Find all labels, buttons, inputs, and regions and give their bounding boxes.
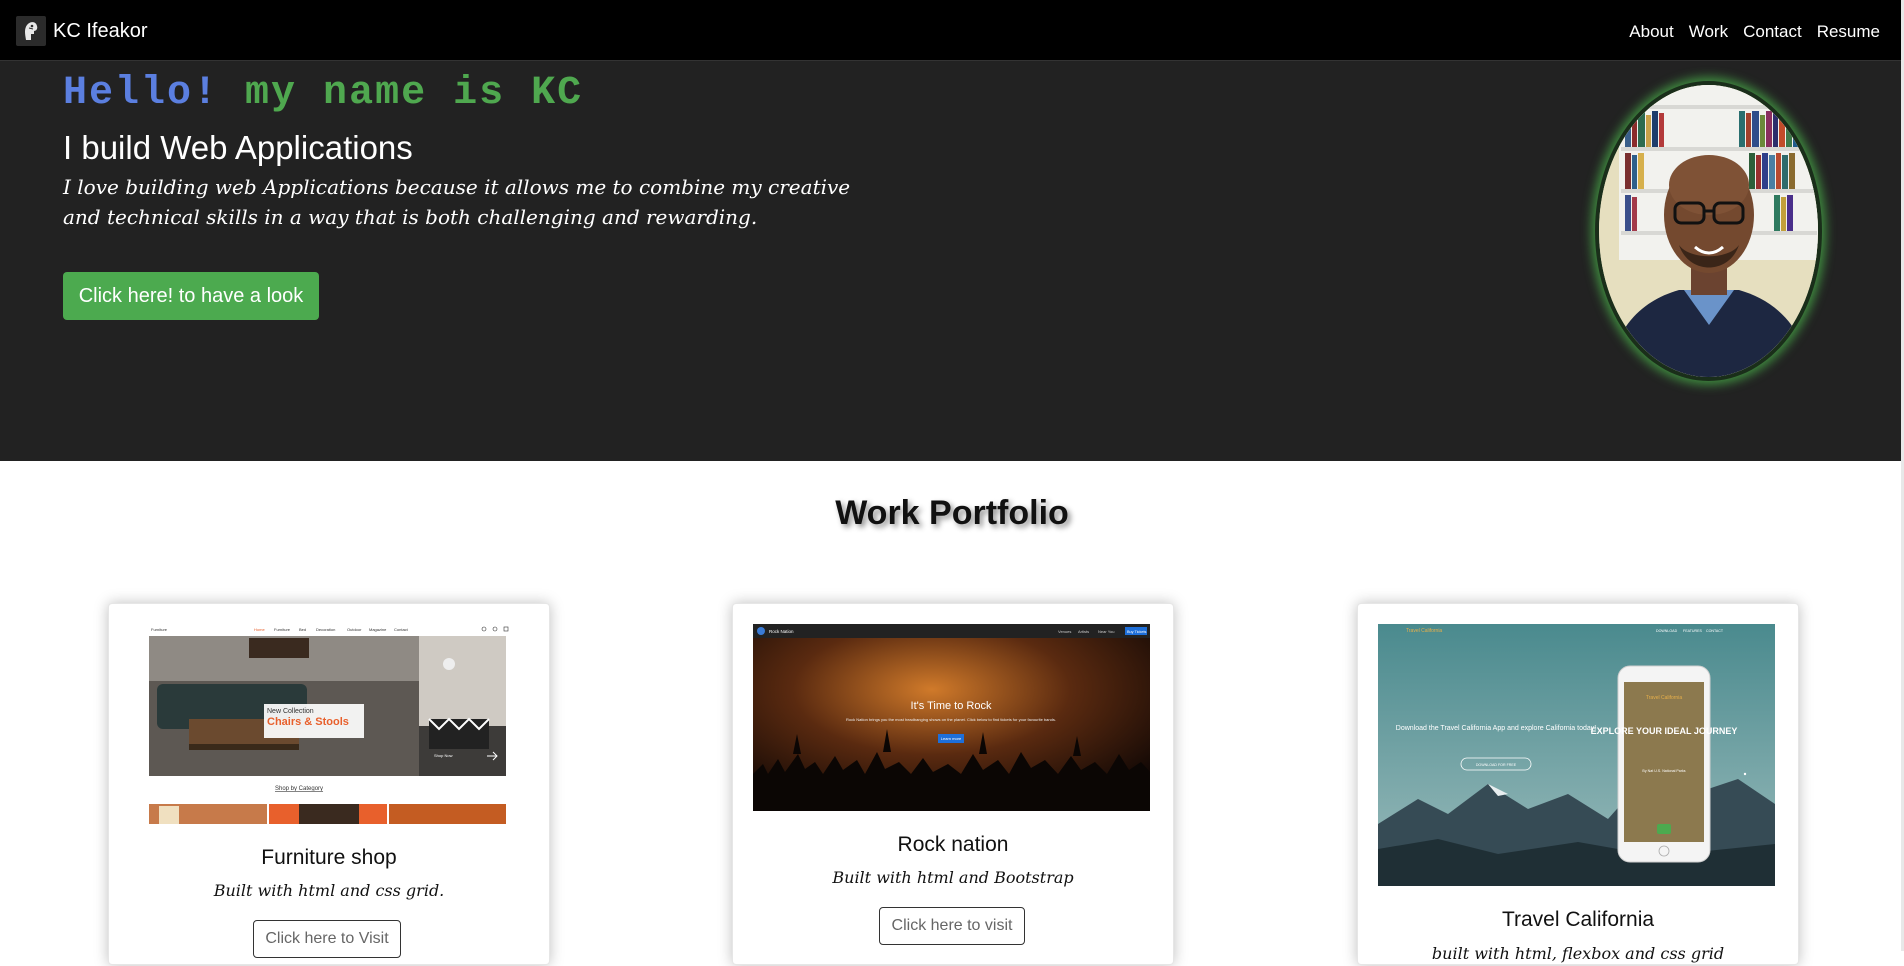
furniture-thumb-nav-home: Home: [254, 627, 265, 632]
travel-thumb-phone-headline: EXPLORE YOUR IDEAL JOURNEY: [1591, 726, 1738, 736]
travel-thumb-nav-download: DOWNLOAD: [1656, 629, 1678, 633]
rock-thumb-nav-artists: Artists: [1078, 629, 1089, 634]
nav-work-link[interactable]: Work: [1689, 20, 1728, 44]
card-subtitle-furniture: Built with html and css grid.: [213, 881, 445, 900]
furniture-thumb-nav-decoration: Decoration: [316, 627, 335, 632]
furniture-thumb-nav-furniture: Furniture: [274, 627, 291, 632]
furniture-thumb-promo-big: Chairs & Stools: [267, 716, 349, 728]
nav-resume-link[interactable]: Resume: [1817, 20, 1880, 44]
portfolio-card-rock-nation: Rock Nation Venues Artists Near You Buy …: [732, 603, 1174, 965]
nav-contact-link[interactable]: Contact: [1743, 20, 1802, 44]
travel-thumb-brand: Travel California: [1406, 628, 1442, 634]
hero-cta-button[interactable]: Click here! to have a look: [63, 272, 319, 320]
rock-thumb-nav-venues: Venues: [1058, 629, 1071, 634]
portfolio-card-furniture: Furniture Home Furniture Bed Decoration …: [108, 603, 550, 965]
rock-nation-screenshot: Rock Nation Venues Artists Near You Buy …: [753, 624, 1150, 811]
card-subtitle-rock-nation: Built with html and Bootstrap: [832, 868, 1074, 887]
nav-links: About Work Contact Resume: [1629, 20, 1880, 44]
furniture-thumb-logo: Furniture: [151, 627, 168, 632]
card-subtitle-travel-california: built with html, flexbox and css grid: [1431, 944, 1725, 963]
furniture-thumb-nav-contact: Contact: [394, 627, 409, 632]
profile-photo: [1595, 81, 1822, 381]
furniture-thumb-shop-now: Shop Now: [434, 753, 453, 758]
furniture-thumb-category-link: Shop by Category: [275, 786, 323, 792]
navbar: KC Ifeakor About Work Contact Resume: [0, 0, 1904, 61]
portfolio-card-travel-california: Travel California DOWNLOAD FEATURES CONT…: [1357, 603, 1799, 965]
greeting-name: my name is KC: [245, 71, 584, 116]
rock-thumb-body: Rock Nation brings you the most headbang…: [846, 717, 1056, 722]
travel-thumb-tagline: Download the Travel California App and e…: [1396, 725, 1596, 732]
rock-thumb-button: Learn more: [941, 736, 962, 741]
brand-link[interactable]: KC Ifeakor: [16, 16, 147, 46]
travel-thumb-nav-contact: CONTACT: [1706, 629, 1724, 633]
brand-logo-icon: [16, 16, 46, 46]
furniture-shop-screenshot: Furniture Home Furniture Bed Decoration …: [129, 624, 526, 824]
travel-thumb-download-button: DOWNLOAD FOR FREE: [1476, 763, 1517, 767]
card-title-furniture: Furniture shop: [261, 846, 397, 869]
rock-thumb-brand: Rock Nation: [769, 629, 794, 634]
travel-thumb-phone-sub: By Nat U.S. National Parks: [1642, 769, 1685, 773]
rock-thumb-nav-button: Buy Tickets: [1127, 630, 1147, 634]
furniture-thumb-nav-outdoor: Outdoor: [347, 627, 362, 632]
hero-section: Hello! my name is KC I build Web Applica…: [0, 61, 1904, 461]
travel-california-screenshot: Travel California DOWNLOAD FEATURES CONT…: [1378, 624, 1775, 886]
nav-about-link[interactable]: About: [1629, 20, 1673, 44]
furniture-thumb-nav-magazine: Magazine: [369, 627, 387, 632]
hero-title: I build Web Applications: [63, 129, 413, 166]
rock-thumb-nav-near-you: Near You: [1098, 629, 1114, 634]
furniture-thumb-nav-bed: Bed: [299, 627, 306, 632]
rock-thumb-headline: It's Time to Rock: [911, 700, 992, 712]
card-title-travel-california: Travel California: [1501, 908, 1655, 931]
travel-thumb-phone-title: Travel California: [1646, 695, 1682, 701]
card-title-rock-nation: Rock nation: [897, 833, 1009, 856]
furniture-thumb-promo-small: New Collection: [267, 708, 314, 715]
hero-greeting: Hello! my name is KC: [63, 67, 583, 121]
greeting-hello: Hello!: [63, 71, 220, 116]
visit-furniture-button[interactable]: Click here to Visit: [253, 920, 401, 958]
travel-thumb-nav-features: FEATURES: [1683, 629, 1703, 633]
hero-description: I love building web Applications because…: [63, 175, 851, 229]
visit-rock-nation-button[interactable]: Click here to visit: [879, 907, 1025, 945]
brand-name: KC Ifeakor: [53, 20, 148, 42]
work-portfolio-heading: Work Portfolio: [835, 494, 1069, 532]
